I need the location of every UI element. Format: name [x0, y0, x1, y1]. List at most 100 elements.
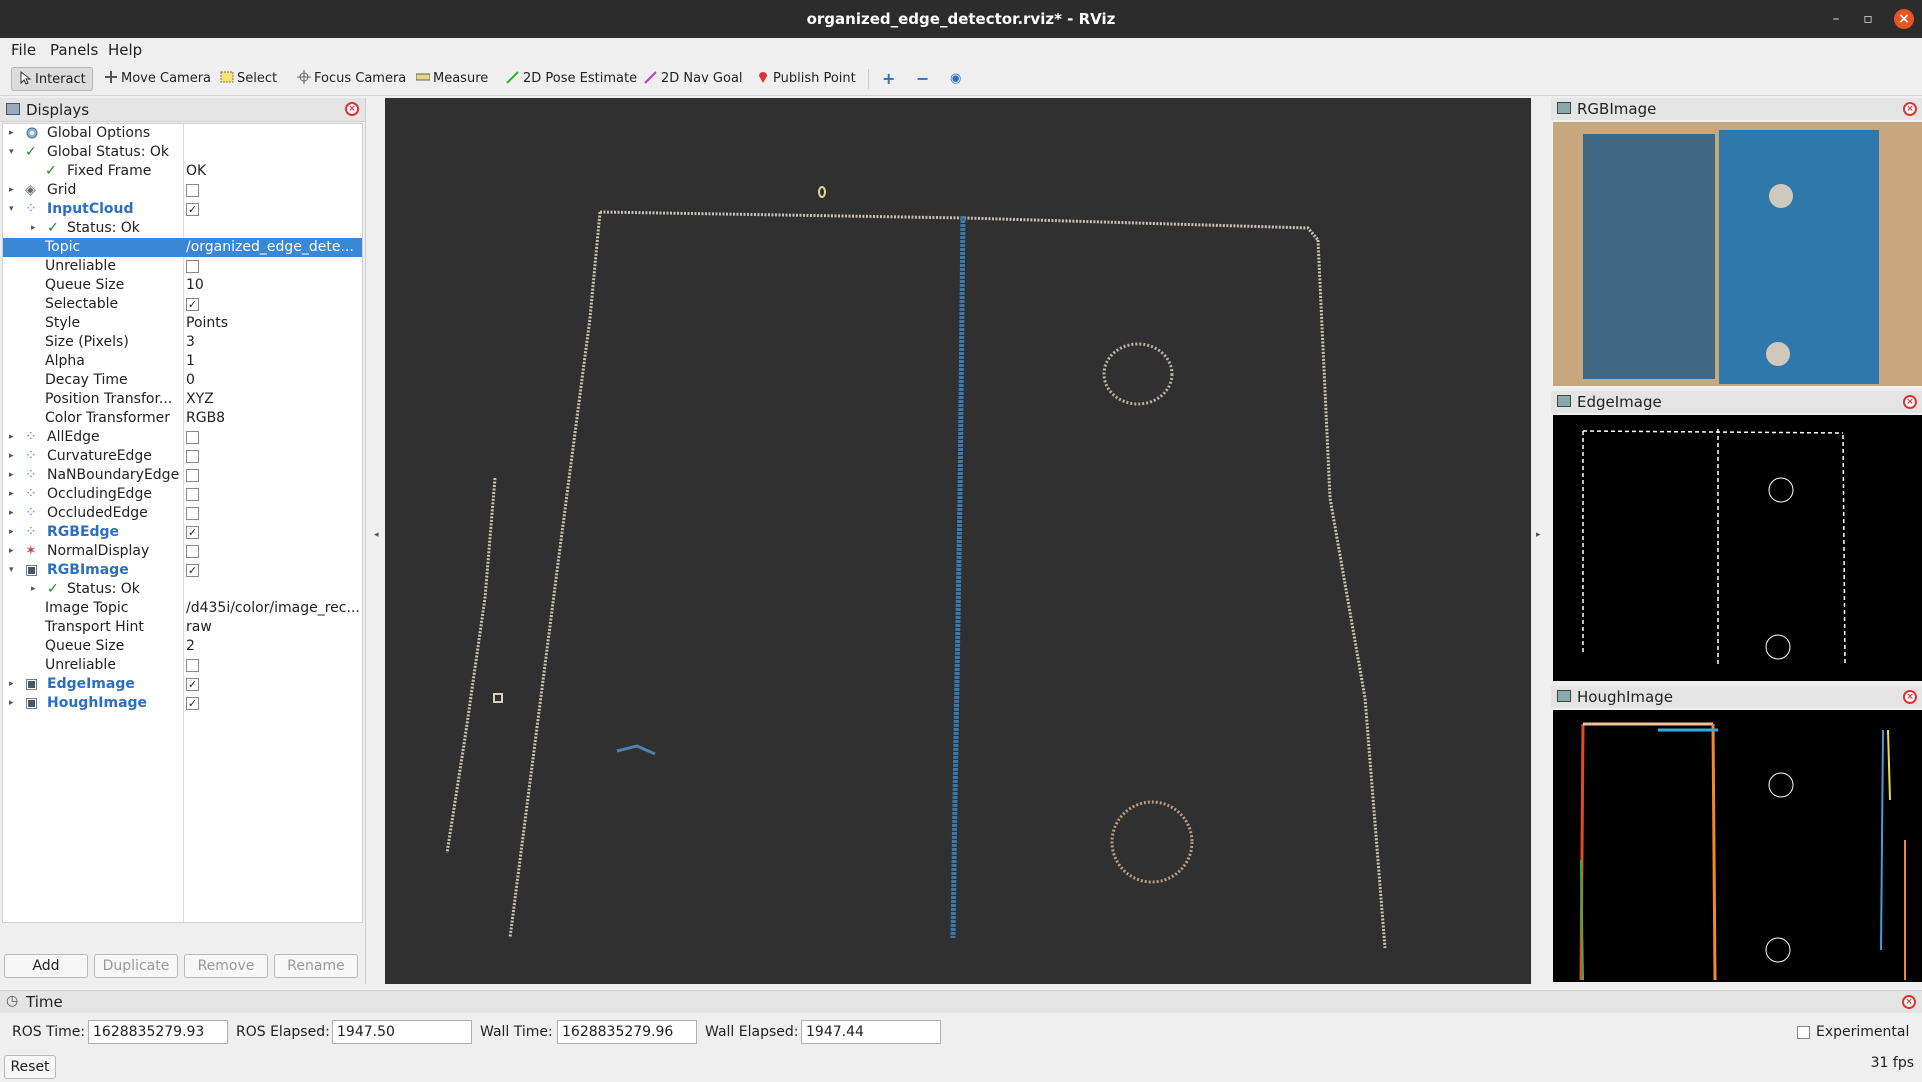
tree-value[interactable]: 0 [186, 371, 361, 390]
expand-arrow-icon[interactable]: ▸ [9, 181, 19, 200]
tree-row-occludededge[interactable]: ▸ ⁘ OccludedEdge [3, 504, 362, 523]
close-panel-icon[interactable]: × [1903, 690, 1917, 704]
expand-arrow-icon[interactable]: ▸ [9, 447, 19, 466]
select-button[interactable]: Select [220, 67, 277, 91]
tree-row-image-topic[interactable]: Image Topic /d435i/color/image_rec... [3, 599, 362, 618]
enable-checkbox[interactable] [186, 450, 199, 463]
tree-row-alledge[interactable]: ▸ ⁘ AllEdge [3, 428, 362, 447]
tree-row-selectable[interactable]: Selectable ✓ [3, 295, 362, 314]
tree-row-global-status[interactable]: ▾ ✓ Global Status: Ok [3, 143, 362, 162]
expand-arrow-icon[interactable]: ▸ [9, 523, 19, 542]
tree-row-image-unreliable[interactable]: Unreliable [3, 656, 362, 675]
menu-help[interactable]: Help [108, 41, 142, 59]
tree-value[interactable]: /organized_edge_dete... [186, 238, 361, 257]
measure-button[interactable]: Measure [416, 67, 488, 91]
tree-row-houghimage[interactable]: ▸ ▣ HoughImage ✓ [3, 694, 362, 713]
tree-value[interactable]: 10 [186, 276, 361, 295]
close-panel-icon[interactable]: × [1902, 995, 1916, 1009]
close-panel-icon[interactable]: × [1903, 395, 1917, 409]
enable-checkbox[interactable]: ✓ [186, 526, 199, 539]
unreliable-checkbox[interactable] [186, 659, 199, 672]
expand-arrow-icon[interactable]: ▸ [9, 542, 19, 561]
expand-arrow-icon[interactable]: ▸ [9, 675, 19, 694]
close-panel-icon[interactable]: × [345, 102, 359, 116]
collapse-right-icon[interactable]: ▸ [1536, 530, 1541, 540]
tree-row-topic[interactable]: Topic /organized_edge_dete... [3, 238, 362, 257]
minimize-icon[interactable]: – [1826, 9, 1846, 29]
tree-row-unreliable[interactable]: Unreliable [3, 257, 362, 276]
add-button[interactable]: Add [4, 954, 88, 978]
add-tool-icon[interactable]: + [882, 67, 895, 91]
collapse-left-icon[interactable]: ◂ [374, 530, 379, 540]
tree-value[interactable]: 1 [186, 352, 361, 371]
pose-estimate-button[interactable]: 2D Pose Estimate [506, 67, 637, 91]
maximize-icon[interactable]: ▫ [1858, 9, 1878, 29]
duplicate-button[interactable]: Duplicate [94, 954, 178, 978]
tree-row-status[interactable]: ▸ ✓ Status: Ok [3, 219, 362, 238]
collapse-arrow-icon[interactable]: ▾ [9, 143, 19, 162]
collapse-arrow-icon[interactable]: ▾ [9, 561, 19, 580]
render-viewport[interactable] [385, 98, 1531, 984]
close-panel-icon[interactable]: × [1903, 102, 1917, 116]
tree-row-curvatureedge[interactable]: ▸ ⁘ CurvatureEdge [3, 447, 362, 466]
tree-row-global-options[interactable]: ▸ Global Options [3, 124, 362, 143]
tree-row-image-queue-size[interactable]: Queue Size 2 [3, 637, 362, 656]
enable-checkbox[interactable] [186, 184, 199, 197]
enable-checkbox[interactable]: ✓ [186, 203, 199, 216]
tree-row-queue-size[interactable]: Queue Size 10 [3, 276, 362, 295]
menu-file[interactable]: File [11, 41, 36, 59]
enable-checkbox[interactable] [186, 507, 199, 520]
tree-row-rgbedge[interactable]: ▸ ⁘ RGBEdge ✓ [3, 523, 362, 542]
expand-arrow-icon[interactable]: ▸ [9, 485, 19, 504]
tree-value[interactable]: 3 [186, 333, 361, 352]
tree-value[interactable]: RGB8 [186, 409, 361, 428]
tree-row-decay-time[interactable]: Decay Time 0 [3, 371, 362, 390]
unreliable-checkbox[interactable] [186, 260, 199, 273]
tree-row-edgeimage[interactable]: ▸ ▣ EdgeImage ✓ [3, 675, 362, 694]
experimental-checkbox[interactable] [1797, 1026, 1810, 1039]
enable-checkbox[interactable] [186, 469, 199, 482]
focus-camera-button[interactable]: Focus Camera [297, 67, 406, 91]
tree-row-occludingedge[interactable]: ▸ ⁘ OccludingEdge [3, 485, 362, 504]
enable-checkbox[interactable] [186, 545, 199, 558]
expand-arrow-icon[interactable]: ▸ [9, 694, 19, 713]
tree-value[interactable]: raw [186, 618, 361, 637]
enable-checkbox[interactable]: ✓ [186, 697, 199, 710]
reset-button[interactable]: Reset [4, 1055, 56, 1079]
ros-time-field[interactable]: 1628835279.93 [88, 1020, 228, 1044]
tree-row-style[interactable]: Style Points [3, 314, 362, 333]
tree-row-inputcloud[interactable]: ▾ ⁘ InputCloud ✓ [3, 200, 362, 219]
tree-row-color-transformer[interactable]: Color Transformer RGB8 [3, 409, 362, 428]
remove-button[interactable]: Remove [184, 954, 268, 978]
view-eye-icon[interactable]: ◉ [950, 67, 961, 91]
expand-arrow-icon[interactable]: ▸ [31, 219, 41, 238]
tree-row-position-transformer[interactable]: Position Transfor... XYZ [3, 390, 362, 409]
tree-row-transport-hint[interactable]: Transport Hint raw [3, 618, 362, 637]
expand-arrow-icon[interactable]: ▸ [31, 580, 41, 599]
tree-value[interactable]: /d435i/color/image_rec... [186, 599, 361, 618]
close-icon[interactable]: × [1894, 9, 1914, 29]
enable-checkbox[interactable]: ✓ [186, 678, 199, 691]
tree-row-grid[interactable]: ▸ ◈ Grid [3, 181, 362, 200]
tree-value[interactable]: 2 [186, 637, 361, 656]
interact-button[interactable]: Interact [11, 67, 93, 91]
enable-checkbox[interactable] [186, 431, 199, 444]
menu-panels[interactable]: Panels [50, 41, 98, 59]
selectable-checkbox[interactable]: ✓ [186, 298, 199, 311]
enable-checkbox[interactable]: ✓ [186, 564, 199, 577]
nav-goal-button[interactable]: 2D Nav Goal [644, 67, 743, 91]
tree-row-normaldisplay[interactable]: ▸ ✶ NormalDisplay [3, 542, 362, 561]
remove-tool-icon[interactable]: − [916, 67, 929, 91]
tree-row-alpha[interactable]: Alpha 1 [3, 352, 362, 371]
expand-arrow-icon[interactable]: ▸ [9, 504, 19, 523]
tree-row-image-status[interactable]: ▸ ✓ Status: Ok [3, 580, 362, 599]
expand-arrow-icon[interactable]: ▸ [9, 428, 19, 447]
tree-row-fixed-frame[interactable]: ✓ Fixed Frame OK [3, 162, 362, 181]
tree-row-nanboundaryedge[interactable]: ▸ ⁘ NaNBoundaryEdge [3, 466, 362, 485]
expand-arrow-icon[interactable]: ▸ [9, 124, 19, 143]
rename-button[interactable]: Rename [274, 954, 358, 978]
enable-checkbox[interactable] [186, 488, 199, 501]
collapse-arrow-icon[interactable]: ▾ [9, 200, 19, 219]
tree-row-rgbimage[interactable]: ▾ ▣ RGBImage ✓ [3, 561, 362, 580]
displays-tree[interactable]: ▸ Global Options ▾ ✓ Global Status: Ok ✓… [2, 123, 363, 923]
